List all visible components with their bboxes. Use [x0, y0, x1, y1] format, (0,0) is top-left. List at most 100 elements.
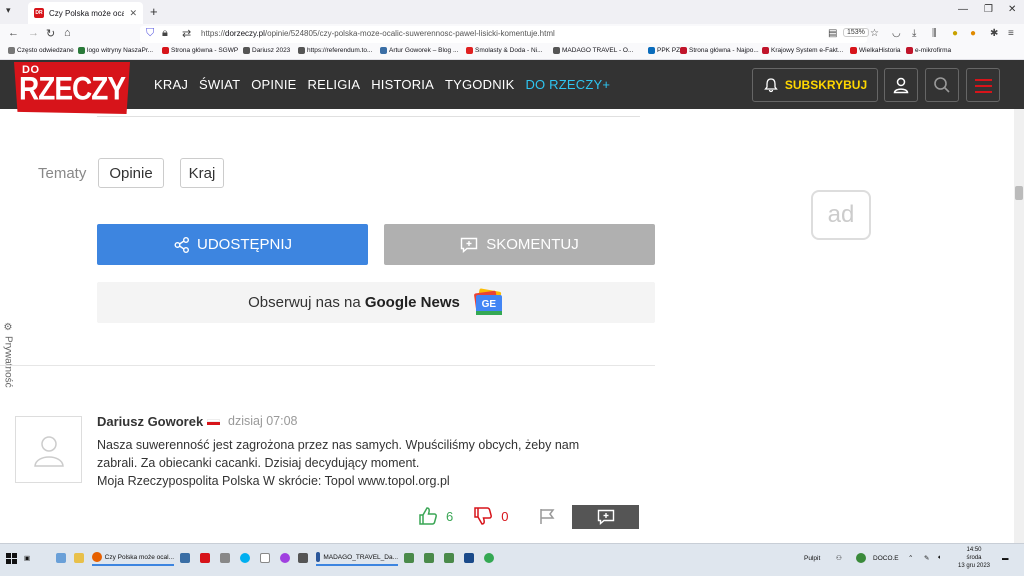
pocket-icon[interactable]: ◡	[892, 28, 901, 39]
forward-icon[interactable]: →	[28, 27, 39, 39]
search-button[interactable]	[925, 68, 959, 102]
taskbar-app-icon[interactable]	[260, 550, 270, 566]
comment-votes: 6 0	[418, 506, 556, 526]
bookmark-item[interactable]: Artur Goworek – Blog ...	[380, 47, 458, 54]
library-icon[interactable]: ⫼	[932, 28, 937, 39]
desktop-toolbar[interactable]: Pulpit	[804, 550, 820, 566]
permissions-icon[interactable]: ⇄	[182, 27, 191, 40]
hamburger-menu-button[interactable]	[966, 68, 1000, 102]
thumbs-down-icon[interactable]	[473, 506, 493, 526]
bookmark-item[interactable]: MADAGO TRAVEL - O...	[553, 47, 633, 54]
taskbar-app-icon[interactable]	[424, 550, 434, 566]
subscribe-button[interactable]: SUBSKRYBUJ	[752, 68, 878, 102]
bookmark-label: Strona główna - SGWP	[171, 47, 239, 54]
reader-view-icon[interactable]: ▤	[828, 28, 837, 39]
bookmark-item[interactable]: https://referendum.to...	[298, 47, 372, 54]
scrollbar-thumb[interactable]	[1015, 186, 1023, 200]
minimize-icon[interactable]: —	[958, 4, 968, 15]
bookmark-item[interactable]: Często odwiedzane	[8, 47, 74, 54]
account-button[interactable]	[884, 68, 918, 102]
nav-opinie[interactable]: OPINIE	[251, 77, 296, 92]
volume-icon[interactable]: 🔈︎	[938, 550, 942, 566]
share-button[interactable]: UDOSTĘPNIJ	[97, 224, 368, 265]
taskbar-firefox-window[interactable]: Czy Polska może ocal...	[92, 550, 174, 566]
maximize-icon[interactable]: ❐	[984, 4, 993, 15]
bookmark-label: Strona główna - Najpo...	[689, 47, 759, 54]
pdf-icon[interactable]	[200, 550, 210, 566]
topic-tag-kraj[interactable]: Kraj	[180, 158, 224, 188]
shield-icon[interactable]: ⛉	[146, 27, 154, 40]
notifications-icon[interactable]: ▬	[1002, 550, 1009, 566]
home-icon[interactable]: ⌂	[64, 27, 71, 39]
reload-icon[interactable]: ↻	[46, 27, 55, 40]
bookmark-favicon-icon	[466, 47, 473, 54]
back-icon[interactable]: ←	[8, 27, 19, 39]
taskbar-clock[interactable]: 14:50 środa 13 gru 2023	[955, 546, 993, 570]
lock-icon[interactable]: 🔒︎	[162, 27, 168, 40]
bookmark-item[interactable]: Dariusz 2023	[243, 47, 290, 54]
hamburger-line	[975, 79, 992, 81]
bookmark-item[interactable]: e-mikrofirma	[906, 47, 951, 54]
site-logo[interactable]: DO RZECZY	[14, 62, 130, 114]
thumbs-up-icon[interactable]	[418, 506, 438, 526]
nav-religia[interactable]: RELIGIA	[308, 77, 361, 92]
browser-tab-active[interactable]: DR Czy Polska może ocalić suwere... ✕	[28, 2, 143, 24]
report-flag-icon[interactable]	[538, 507, 556, 525]
puzzle-icon[interactable]: ✱	[990, 28, 998, 39]
taskbar-madago-window[interactable]: MADAGO_TRAVEL_Da...	[316, 550, 398, 566]
menu-icon[interactable]: ≡	[1008, 28, 1014, 39]
topic-tag-opinie[interactable]: Opinie	[98, 158, 164, 188]
poland-flag-icon	[207, 419, 220, 425]
bookmark-favicon-icon	[162, 47, 169, 54]
start-button[interactable]	[6, 550, 17, 566]
new-tab-button[interactable]: +	[150, 4, 158, 19]
extension-icon[interactable]: ●	[952, 28, 958, 39]
messenger-icon[interactable]	[280, 550, 290, 566]
taskbar-app-icon[interactable]	[404, 550, 414, 566]
reply-button[interactable]	[572, 505, 639, 529]
doco-label[interactable]: DOCO.E	[873, 550, 899, 566]
taskbar-app-icon[interactable]	[180, 550, 190, 566]
bookmark-item[interactable]: Strona główna - SGWP	[162, 47, 238, 54]
chevron-up-icon[interactable]: ⌃	[908, 550, 913, 566]
dorzeczy-favicon-icon: DR	[34, 8, 44, 18]
comment-button[interactable]: SKOMENTUJ	[384, 224, 655, 265]
nav-tygodnik[interactable]: TYGODNIK	[445, 77, 515, 92]
taskbar-app-icon[interactable]	[56, 550, 66, 566]
page-scrollbar[interactable]	[1014, 109, 1024, 546]
bookmark-item[interactable]: Krajowy System e-Fakt...	[762, 47, 843, 54]
chrome-icon[interactable]	[484, 550, 494, 566]
taskbar-app-icon[interactable]	[464, 550, 474, 566]
nav-kraj[interactable]: KRAJ	[154, 77, 188, 92]
taskbar-app-icon[interactable]	[220, 550, 230, 566]
taskbar-app-icon[interactable]	[298, 550, 308, 566]
topics-label: Tematy	[38, 165, 87, 182]
user-placeholder-icon	[33, 435, 64, 467]
pen-icon[interactable]: ✎	[924, 550, 929, 566]
bookmark-item[interactable]: WielkaHistoria	[850, 47, 901, 54]
tab-list-icon[interactable]: ▾	[6, 5, 20, 19]
task-view-icon[interactable]: ▣	[24, 550, 30, 566]
tab-close-icon[interactable]: ✕	[129, 8, 137, 19]
file-explorer-icon[interactable]	[74, 550, 84, 566]
skype-icon[interactable]	[240, 550, 250, 566]
bookmark-item[interactable]: Smolasty & Doda - Ni...	[466, 47, 543, 54]
nav-dorzeczy-plus[interactable]: DO RZECZY+	[525, 77, 610, 92]
privacy-settings-tab[interactable]: ⚙ Prywatność	[2, 322, 14, 388]
bookmark-star-icon[interactable]: ☆	[870, 28, 879, 39]
download-icon[interactable]: ⤓	[912, 28, 916, 39]
nav-swiat[interactable]: ŚWIAT	[199, 77, 240, 92]
extension2-icon[interactable]: ●	[970, 28, 976, 39]
bookmark-item[interactable]: logo witryny NaszaPr...	[78, 47, 153, 54]
close-window-icon[interactable]: ✕	[1008, 4, 1016, 15]
bookmark-item[interactable]: Strona główna - Najpo...	[680, 47, 759, 54]
comment-author[interactable]: Dariusz Goworek	[97, 414, 203, 429]
people-icon[interactable]: ⚇	[836, 550, 842, 566]
taskbar-app-icon[interactable]	[444, 550, 454, 566]
nav-historia[interactable]: HISTORIA	[371, 77, 434, 92]
bookmark-favicon-icon	[850, 47, 857, 54]
subscribe-label: SUBSKRYBUJ	[784, 78, 868, 92]
network-app-icon[interactable]	[856, 550, 866, 566]
google-news-follow[interactable]: Obserwuj nas na Google News GE	[97, 282, 655, 323]
zoom-level[interactable]: 153%	[843, 28, 869, 37]
